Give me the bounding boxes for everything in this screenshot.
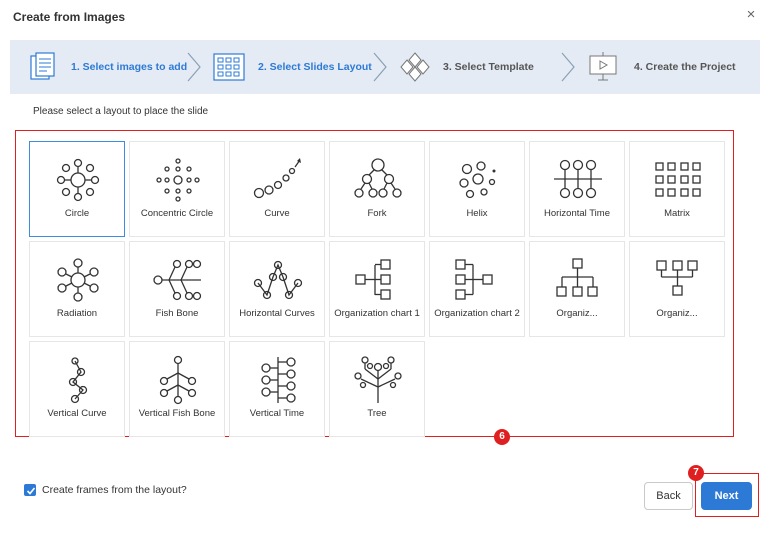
layout-label: Organiz... xyxy=(556,308,598,319)
layout-label: Helix xyxy=(466,208,488,219)
helix-layout-icon xyxy=(459,161,496,199)
layout-label: Tree xyxy=(367,408,387,419)
org-chart-1-layout-icon xyxy=(355,259,391,300)
tree-layout-icon xyxy=(354,356,402,403)
annotation-marker-grid: 6 xyxy=(494,429,510,445)
radiation-layout-icon xyxy=(57,258,99,302)
horizontal-time-layout-icon xyxy=(554,159,602,199)
fork-layout-icon xyxy=(354,158,402,198)
chevron-right-icon xyxy=(187,52,201,82)
create-frames-checkbox[interactable] xyxy=(24,484,36,496)
step-4-label: 4. Create the Project xyxy=(634,61,736,73)
layout-label: Horizontal Curves xyxy=(239,308,315,319)
next-button[interactable]: Next xyxy=(701,482,752,510)
layout-label: Circle xyxy=(64,208,90,219)
layout-label: Organization chart 2 xyxy=(434,308,520,319)
layout-label: Horizontal Time xyxy=(544,208,610,219)
layout-tile-org-chart-2[interactable]: Organization chart 2 xyxy=(429,241,525,337)
step-select-layout: 2. Select Slides Layout xyxy=(206,40,386,94)
step-3-label: 3. Select Template xyxy=(443,61,534,73)
concentric-circle-layout-icon xyxy=(156,158,200,202)
layout-tile-org-chart-4[interactable]: Organiz... xyxy=(629,241,725,337)
layout-tile-radiation[interactable]: Radiation xyxy=(29,241,125,337)
horizontal-curves-layout-icon xyxy=(253,260,303,300)
layout-label: Concentric Circle xyxy=(140,208,214,219)
annotation-marker-next: 7 xyxy=(688,465,704,481)
step-1-label: 1. Select images to add xyxy=(71,61,188,73)
chevron-right-icon xyxy=(373,52,387,82)
vertical-curve-layout-icon xyxy=(68,357,88,404)
step-select-images: 1. Select images to add xyxy=(10,40,200,94)
close-icon[interactable]: × xyxy=(744,7,758,22)
window-title: Create from Images xyxy=(13,10,126,24)
layout-tile-vertical-curve[interactable]: Vertical Curve xyxy=(29,341,125,437)
layout-label: Vertical Fish Bone xyxy=(138,408,216,419)
layout-tile-vertical-fish-bone[interactable]: Vertical Fish Bone xyxy=(129,341,225,437)
layout-label: Organiz... xyxy=(656,308,698,319)
layout-label: Matrix xyxy=(664,208,690,219)
vertical-time-layout-icon xyxy=(261,357,296,403)
presentation-board-icon xyxy=(589,52,617,81)
title-bar: Create from Images × xyxy=(0,0,768,34)
layout-label: Curve xyxy=(264,208,290,219)
wizard-steps: 1. Select images to add 2. Select Slides… xyxy=(10,40,760,94)
layout-label: Radiation xyxy=(56,308,98,319)
org-chart-2-layout-icon xyxy=(455,259,493,300)
layout-grid: Circle Concentric Circle Curve Fork Heli… xyxy=(15,130,734,437)
layout-label: Organization chart 1 xyxy=(334,308,420,319)
template-diamond-icon xyxy=(400,52,430,82)
fish-bone-layout-icon xyxy=(153,259,202,301)
layout-tile-horizontal-curves[interactable]: Horizontal Curves xyxy=(229,241,325,337)
layout-tile-circle[interactable]: Circle xyxy=(29,141,125,237)
step-create-project: 4. Create the Project xyxy=(582,40,760,94)
org-chart-3-layout-icon xyxy=(556,258,598,297)
layout-tile-vertical-time[interactable]: Vertical Time xyxy=(229,341,325,437)
vertical-fish-bone-layout-icon xyxy=(159,355,197,405)
layout-tile-tree[interactable]: Tree xyxy=(329,341,425,437)
layout-grid-icon xyxy=(213,53,245,81)
layout-tile-fork[interactable]: Fork xyxy=(329,141,425,237)
layout-tile-fish-bone[interactable]: Fish Bone xyxy=(129,241,225,337)
layout-tile-org-chart-1[interactable]: Organization chart 1 xyxy=(329,241,425,337)
layout-tile-concentric-circle[interactable]: Concentric Circle xyxy=(129,141,225,237)
layout-label: Vertical Curve xyxy=(47,408,107,419)
circle-layout-icon xyxy=(56,158,100,202)
layout-tile-org-chart-3[interactable]: Organiz... xyxy=(529,241,625,337)
layout-tile-helix[interactable]: Helix xyxy=(429,141,525,237)
instruction-text: Please select a layout to place the slid… xyxy=(33,106,209,117)
checkmark-icon xyxy=(26,487,36,495)
matrix-layout-icon xyxy=(655,162,701,197)
layout-tile-horizontal-time[interactable]: Horizontal Time xyxy=(529,141,625,237)
step-select-template: 3. Select Template xyxy=(394,40,564,94)
step-2-label: 2. Select Slides Layout xyxy=(258,61,372,73)
layout-tile-curve[interactable]: Curve xyxy=(229,141,325,237)
chevron-right-icon xyxy=(561,52,575,82)
layout-tile-matrix[interactable]: Matrix xyxy=(629,141,725,237)
curve-layout-icon xyxy=(253,158,301,199)
layout-label: Fish Bone xyxy=(155,308,199,319)
org-chart-4-layout-icon xyxy=(656,260,698,296)
document-icon xyxy=(30,52,55,80)
back-button[interactable]: Back xyxy=(644,482,693,510)
layout-label: Vertical Time xyxy=(249,408,305,419)
layout-label: Fork xyxy=(367,208,387,219)
create-frames-label[interactable]: Create frames from the layout? xyxy=(42,484,187,496)
